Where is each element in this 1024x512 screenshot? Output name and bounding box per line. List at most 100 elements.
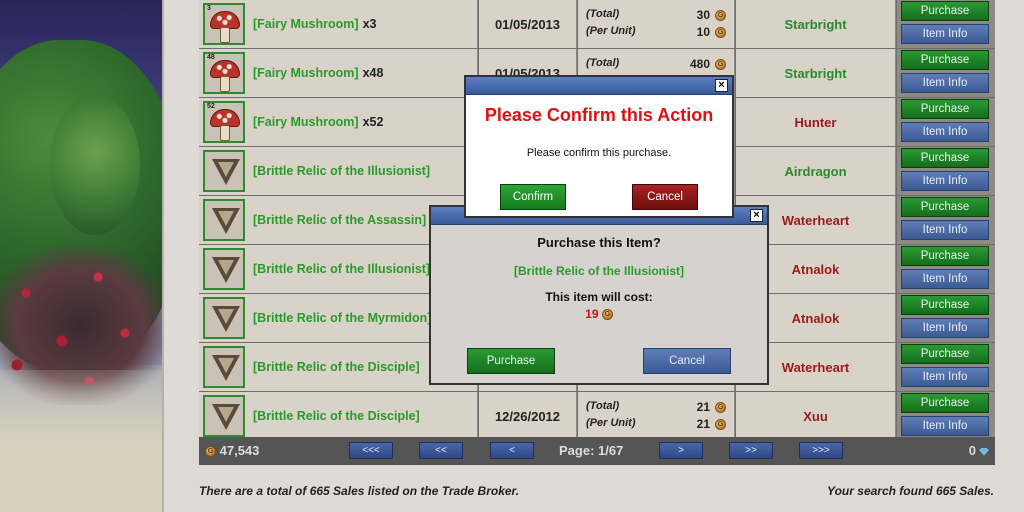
purchase-dialog: × Purchase this Item? [Brittle Relic of … — [429, 205, 769, 385]
close-icon[interactable]: × — [715, 79, 728, 92]
item-name-link[interactable]: [Fairy Mushroom] x3 — [253, 0, 376, 48]
purchase-button[interactable]: Purchase — [901, 148, 989, 168]
next-page-button[interactable]: > — [659, 442, 703, 459]
item-name-link[interactable]: [Brittle Relic of the Disciple] — [253, 343, 420, 391]
unit-price: 10 — [696, 25, 710, 39]
item-count: x48 — [362, 66, 384, 80]
confirm-button[interactable]: Confirm — [500, 184, 566, 210]
gold-coin-icon: G — [715, 27, 726, 38]
background-scenery — [0, 0, 163, 512]
total-price: 30 — [696, 8, 710, 22]
purchase-item-name[interactable]: [Brittle Relic of the Illusionist] — [431, 264, 767, 278]
total-label: (Total) — [586, 400, 620, 412]
relic-icon[interactable] — [203, 150, 245, 192]
relic-icon[interactable] — [203, 248, 245, 290]
table-row: [Brittle Relic of the Disciple] 12/26/201… — [199, 392, 995, 440]
mushroom-icon[interactable]: 48 — [203, 52, 245, 94]
stack-count: 52 — [207, 103, 215, 110]
confirm-dialog: × Please Confirm this Action Please conf… — [464, 75, 734, 218]
item-name-link[interactable]: [Brittle Relic of the Myrmidon] — [253, 294, 431, 342]
item-name-link[interactable]: [Fairy Mushroom] x52 — [253, 98, 383, 146]
action-cell: Purchase Item Info — [897, 98, 995, 146]
total-label: (Total) — [586, 8, 620, 20]
gem-balance: 0 — [969, 443, 989, 458]
dialog-cancel-button[interactable]: Cancel — [643, 348, 731, 374]
frame-divider — [162, 0, 164, 512]
item-name-link[interactable]: [Brittle Relic of the Disciple] — [253, 392, 420, 440]
first-page-button[interactable]: <<< — [349, 442, 393, 459]
table-row: 3 [Fairy Mushroom] x3 01/05/2013 (Total) 30 G(… — [199, 0, 995, 48]
price-cell: (Total) 21 G (Per Unit) 21 G — [578, 392, 735, 440]
stack-count: 3 — [207, 5, 211, 12]
seller-name[interactable]: Hunter — [736, 98, 896, 146]
item-name-link[interactable]: [Brittle Relic of the Assassin] — [253, 196, 426, 244]
item-info-button[interactable]: Item Info — [901, 416, 989, 436]
mushroom-icon[interactable]: 52 — [203, 101, 245, 143]
relic-icon[interactable] — [203, 297, 245, 339]
action-cell: Purchase Item Info — [897, 343, 995, 391]
relic-icon[interactable] — [203, 199, 245, 241]
gold-coin-icon: G — [715, 59, 726, 70]
close-icon[interactable]: × — [750, 209, 763, 222]
cancel-button[interactable]: Cancel — [632, 184, 698, 210]
page-indicator: Page: 1/67 — [559, 443, 624, 458]
purchase-button[interactable]: Purchase — [901, 197, 989, 217]
item-info-button[interactable]: Item Info — [901, 73, 989, 93]
prev-page-button[interactable]: < — [490, 442, 534, 459]
unit-label: (Per Unit) — [586, 417, 636, 429]
pager-bar: G 47,543 <<< << < Page: 1/67 > >> >>> 0 — [199, 437, 995, 465]
item-name-link[interactable]: [Brittle Relic of the Illusionist] — [253, 147, 430, 195]
total-label: (Total) — [586, 57, 620, 69]
purchase-dialog-title: Purchase this Item? — [537, 235, 661, 250]
item-info-button[interactable]: Item Info — [901, 122, 989, 142]
seller-name[interactable]: Xuu — [736, 392, 896, 440]
item-info-button[interactable]: Item Info — [901, 24, 989, 44]
last-page-button[interactable]: >>> — [799, 442, 843, 459]
stack-count: 48 — [207, 54, 215, 61]
seller-name[interactable]: Airdragon — [736, 147, 896, 195]
next-10-pages-button[interactable]: >> — [729, 442, 773, 459]
listing-date: 12/26/2012 — [479, 392, 577, 440]
seller-name[interactable]: Starbright — [736, 0, 896, 48]
purchase-button[interactable]: Purchase — [901, 50, 989, 70]
unit-price: 21 — [696, 417, 710, 431]
item-info-button[interactable]: Item Info — [901, 318, 989, 338]
purchase-button[interactable]: Purchase — [901, 99, 989, 119]
gold-coin-icon: G — [601, 309, 613, 321]
item-info-button[interactable]: Item Info — [901, 367, 989, 387]
action-cell: Purchase Item Info — [897, 147, 995, 195]
purchase-button[interactable]: Purchase — [901, 1, 989, 21]
purchase-button[interactable]: Purchase — [901, 393, 989, 413]
seller-name[interactable]: Starbright — [736, 49, 896, 97]
item-cell: 3 [Fairy Mushroom] x3 — [199, 0, 478, 48]
purchase-button[interactable]: Purchase — [901, 246, 989, 266]
item-cell: [Brittle Relic of the Disciple] — [199, 392, 478, 440]
action-cell: Purchase Item Info — [897, 196, 995, 244]
total-price: 480 — [689, 57, 710, 71]
total-price: 21 — [696, 400, 710, 414]
item-name-link[interactable]: [Brittle Relic of the Illusionist] — [253, 245, 430, 293]
gold-coin-icon: G — [715, 419, 726, 430]
relic-icon[interactable] — [203, 346, 245, 388]
item-info-button[interactable]: Item Info — [901, 269, 989, 289]
purchase-button[interactable]: Purchase — [901, 295, 989, 315]
item-name-link[interactable]: [Fairy Mushroom] x48 — [253, 49, 383, 97]
item-info-button[interactable]: Item Info — [901, 171, 989, 191]
price-cell: (Total) 30 G (Per Unit) 10 G — [578, 0, 735, 48]
item-cell: 52 [Fairy Mushroom] x52 — [199, 98, 478, 146]
relic-icon[interactable] — [203, 395, 245, 437]
total-sales-text: There are a total of 665 Sales listed on… — [199, 484, 519, 498]
item-info-button[interactable]: Item Info — [901, 220, 989, 240]
prev-10-pages-button[interactable]: << — [419, 442, 463, 459]
mushroom-icon[interactable]: 3 — [203, 3, 245, 45]
dialog-purchase-button[interactable]: Purchase — [467, 348, 555, 374]
confirm-dialog-titlebar: × — [466, 77, 732, 95]
action-cell: Purchase Item Info — [897, 245, 995, 293]
listing-date: 01/05/2013 — [479, 0, 577, 48]
purchase-button[interactable]: Purchase — [901, 344, 989, 364]
gold-coin-icon: G — [715, 10, 726, 21]
item-cell: 48 [Fairy Mushroom] x48 — [199, 49, 478, 97]
unit-label: (Per Unit) — [586, 25, 636, 37]
confirm-dialog-message: Please confirm this purchase. — [526, 147, 672, 159]
item-cell: [Brittle Relic of the Illusionist] — [199, 147, 478, 195]
